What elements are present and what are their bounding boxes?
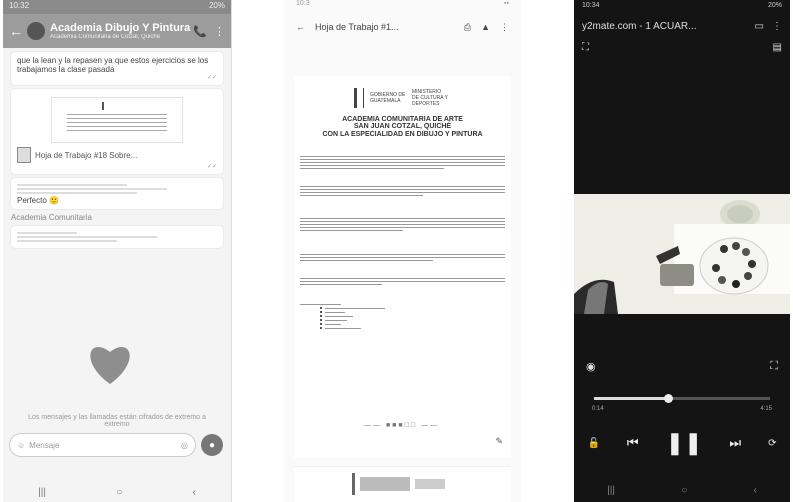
heart-sticker[interactable] bbox=[85, 338, 135, 388]
status-bar: 10:32 20% bbox=[3, 0, 231, 14]
more-options-icon[interactable]: ⋮ bbox=[500, 22, 509, 33]
logo-left-text: GOBIERNO DE GUATEMALA bbox=[370, 92, 406, 104]
footer-logo bbox=[352, 473, 445, 495]
back-icon[interactable]: ‹ bbox=[754, 485, 757, 496]
more-options-icon[interactable]: ⋮ bbox=[772, 21, 782, 32]
document-viewer-panel: 10:3 ▪▪ ← Hoja de Trabajo #1... ⎙ ▲ ⋮ GO… bbox=[284, 0, 521, 502]
playback-controls: 🔓 ⏮ ❚❚ ⏭ ⟳ bbox=[574, 430, 790, 456]
mic-button[interactable]: ● bbox=[201, 434, 223, 456]
screen-rotate-icon[interactable]: ⛶ bbox=[582, 42, 589, 53]
chat-panel: 10:32 20% ← Academia Dibujo Y Pintura Ac… bbox=[3, 0, 232, 502]
document-name: Hoja de Trabajo #18 Sobre... bbox=[35, 150, 138, 160]
back-arrow-icon[interactable]: ← bbox=[296, 22, 305, 32]
current-time: 0:14 bbox=[592, 406, 604, 412]
mic-icon: ● bbox=[208, 439, 216, 451]
back-icon[interactable]: ‹ bbox=[193, 487, 196, 498]
print-icon[interactable]: ⎙ bbox=[464, 22, 471, 33]
recent-apps-icon[interactable]: ||| bbox=[38, 487, 46, 498]
chat-title: Academia Dibujo Y Pintura bbox=[50, 21, 191, 34]
paragraph-2 bbox=[300, 184, 505, 198]
camera-icon[interactable]: ◎ bbox=[181, 441, 188, 450]
paragraph-1 bbox=[300, 154, 505, 171]
home-icon[interactable]: ○ bbox=[116, 487, 122, 498]
quoted-message[interactable]: Perfecto 🙂 bbox=[11, 178, 223, 209]
message-input[interactable]: ☺ Mensaje ◎ bbox=[9, 433, 196, 457]
player-aux-controls: ◉ ⛶ bbox=[574, 360, 790, 373]
more-options-icon[interactable]: ⋮ bbox=[214, 25, 225, 38]
add-call-icon[interactable]: 📞 bbox=[193, 25, 207, 38]
time-row: 0:14 4:15 bbox=[592, 406, 772, 412]
message-time: ✓✓ bbox=[206, 164, 217, 170]
document-thumbnail[interactable] bbox=[51, 97, 183, 143]
recent-apps-icon[interactable]: ||| bbox=[607, 485, 615, 496]
heading-line-3: CON LA ESPECIALIDAD EN DIBUJO Y PINTURA bbox=[322, 130, 483, 138]
document-title: Hoja de Trabajo #1... bbox=[315, 22, 399, 32]
seek-bar[interactable] bbox=[594, 394, 770, 403]
status-battery: 20% bbox=[208, 1, 225, 10]
video-title: y2mate.com - 1 ACUAR... bbox=[582, 20, 697, 32]
seek-bar-knob[interactable] bbox=[663, 394, 673, 403]
paragraph-5 bbox=[300, 276, 505, 287]
status-bar: 10:34 20% bbox=[574, 0, 790, 14]
message-time: ✓✓ bbox=[206, 75, 217, 81]
input-placeholder: Mensaje bbox=[29, 440, 60, 450]
document-row[interactable]: Hoja de Trabajo #18 Sobre... bbox=[17, 147, 217, 163]
reply-text: Perfecto 🙂 bbox=[17, 196, 59, 205]
system-nav-bar: ||| ○ ‹ bbox=[3, 487, 231, 498]
total-time: 4:15 bbox=[760, 406, 772, 412]
section-label: Academia Comunitaria bbox=[11, 213, 92, 222]
home-icon[interactable]: ○ bbox=[681, 485, 687, 496]
page-indicator: —— ■■■□□ —— bbox=[364, 422, 440, 429]
lock-screen-icon[interactable]: ◉ bbox=[586, 360, 596, 373]
popup-play-icon[interactable]: ▤ bbox=[773, 42, 782, 53]
document-heading: ACADEMIA COMUNITARIA DE ARTE SAN JUAN CO… bbox=[294, 116, 511, 138]
status-time: 10:34 bbox=[582, 2, 600, 9]
previous-icon[interactable]: ⏮ bbox=[627, 435, 639, 451]
screen-rotate-icon[interactable]: ⟳ bbox=[768, 438, 776, 449]
pdf-file-icon bbox=[17, 147, 31, 163]
status-icons: ▪▪ bbox=[504, 0, 509, 7]
lock-icon[interactable]: 🔓 bbox=[587, 438, 599, 449]
video-frame[interactable] bbox=[574, 194, 790, 314]
government-logo: GOBIERNO DE GUATEMALA MINISTERIO DE CULT… bbox=[354, 88, 448, 108]
next-page-preview[interactable] bbox=[294, 466, 511, 502]
material-list bbox=[300, 302, 505, 331]
status-time: 10:32 bbox=[9, 1, 30, 10]
message-bubble[interactable]: que la lean y la repasen ya que estos ej… bbox=[11, 52, 223, 85]
message-input-bar: ☺ Mensaje ◎ ● bbox=[9, 432, 223, 458]
drive-icon[interactable]: ▲ bbox=[481, 22, 490, 32]
encryption-note: Los mensajes y las llamadas están cifrad… bbox=[28, 414, 206, 428]
video-still bbox=[574, 194, 790, 314]
seek-bar-fill bbox=[594, 397, 668, 400]
emoji-icon[interactable]: ☺ bbox=[17, 441, 25, 450]
edit-icon[interactable]: ✎ bbox=[495, 436, 503, 447]
chat-title-block[interactable]: Academia Dibujo Y Pintura Academia Comun… bbox=[50, 22, 193, 41]
logo-right-text: MINISTERIO DE CULTURA Y DEPORTES bbox=[412, 89, 448, 107]
chat-subtitle: Academia Comunitaria de Cotzal, Quiché bbox=[50, 33, 161, 40]
viewer-toolbar: ← Hoja de Trabajo #1... ⎙ ▲ ⋮ bbox=[284, 12, 521, 42]
status-bar: 10:3 ▪▪ bbox=[284, 0, 521, 12]
status-time: 10:3 bbox=[296, 0, 310, 7]
group-avatar[interactable] bbox=[27, 22, 45, 40]
fullscreen-icon[interactable]: ⛶ bbox=[770, 360, 778, 373]
paragraph-4 bbox=[300, 252, 505, 263]
document-page[interactable]: GOBIERNO DE GUATEMALA MINISTERIO DE CULT… bbox=[294, 76, 511, 458]
smile-emoji-icon: 🙂 bbox=[49, 196, 59, 205]
chat-header: ← Academia Dibujo Y Pintura Academia Com… bbox=[3, 14, 231, 48]
status-battery: 20% bbox=[767, 2, 782, 9]
back-arrow-icon[interactable]: ← bbox=[9, 23, 23, 39]
cast-icon[interactable]: ▭ bbox=[755, 21, 764, 32]
document-message[interactable]: Hoja de Trabajo #18 Sobre... ✓✓ bbox=[11, 89, 223, 174]
quoted-message-2[interactable] bbox=[11, 226, 223, 248]
heading-line-2: SAN JUAN COTZAL, QUICHÉ bbox=[353, 123, 452, 131]
next-icon[interactable]: ⏭ bbox=[729, 435, 741, 451]
system-nav-bar: ||| ○ ‹ bbox=[574, 485, 790, 496]
video-player-panel: 10:34 20% y2mate.com - 1 ACUAR... ▭ ⋮ ⛶ … bbox=[574, 0, 790, 502]
doc-logo-mark bbox=[102, 102, 130, 110]
pause-icon[interactable]: ❚❚ bbox=[666, 430, 703, 456]
paragraph-3 bbox=[300, 216, 505, 233]
player-top-bar: y2mate.com - 1 ACUAR... ▭ ⋮ bbox=[574, 14, 790, 38]
message-text: que la lean y la repasen ya que estos ej… bbox=[17, 56, 209, 74]
